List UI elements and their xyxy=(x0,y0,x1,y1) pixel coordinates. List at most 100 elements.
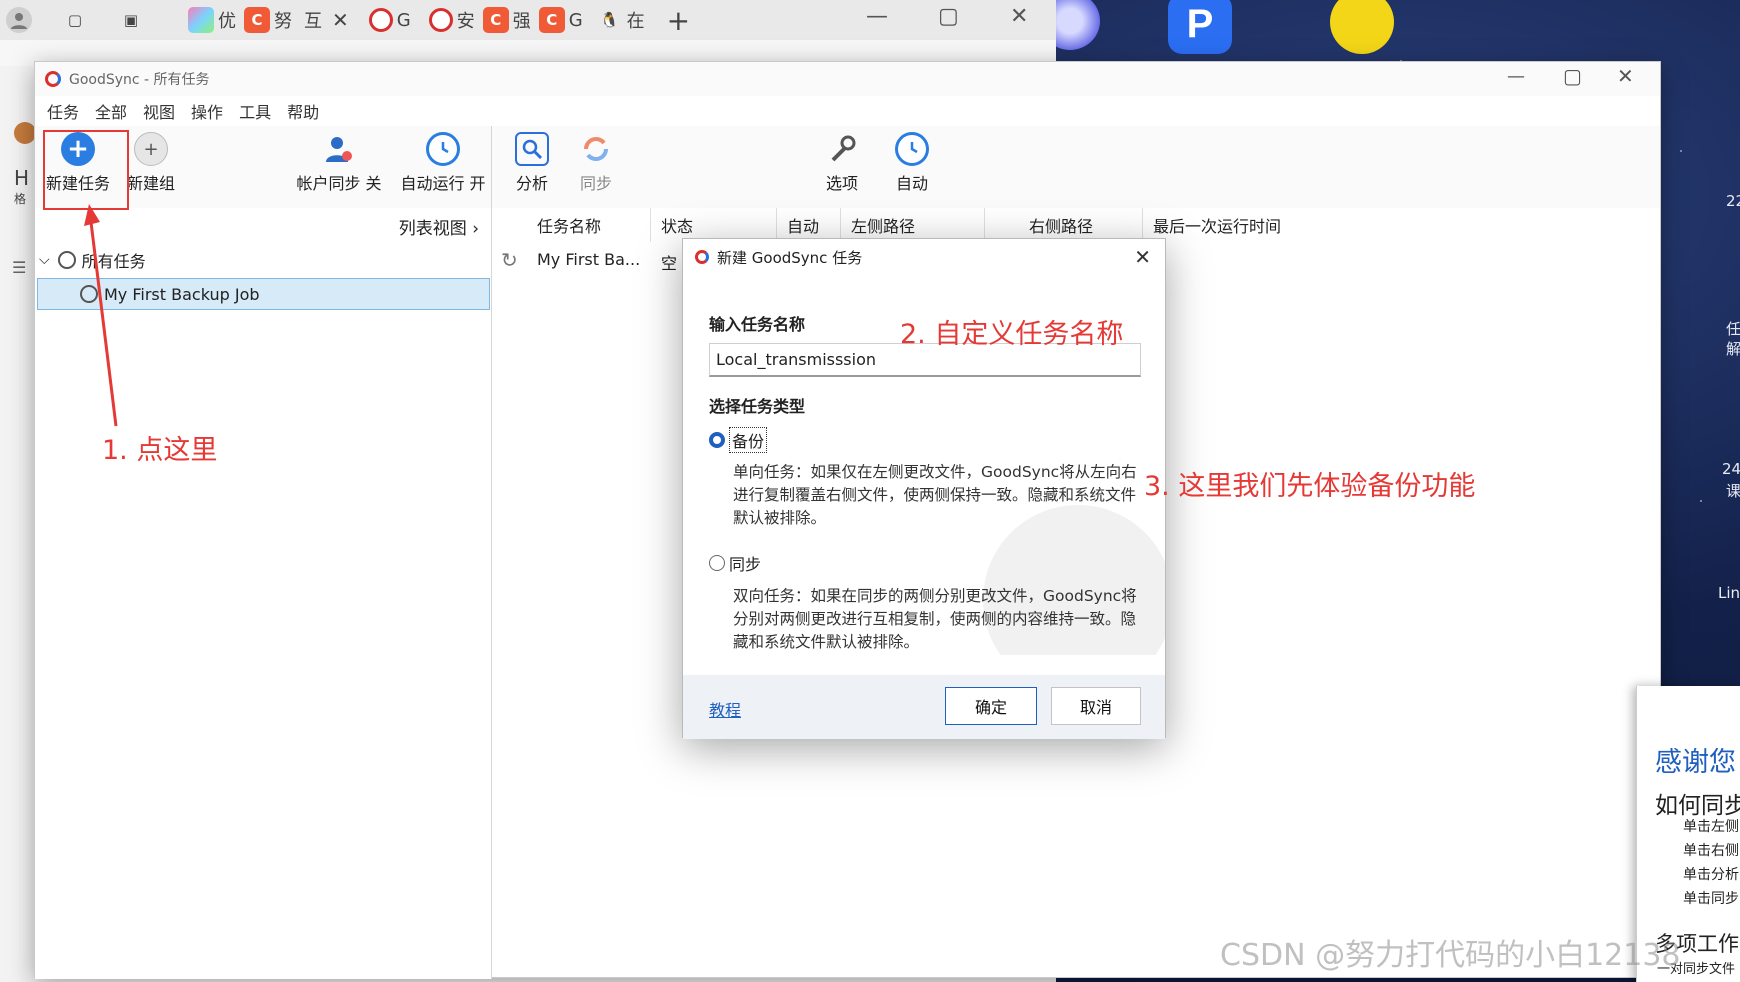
column-label: 任务名称 xyxy=(537,217,602,236)
analyze-button[interactable]: 分析 xyxy=(507,132,557,194)
backup-label: 备份 xyxy=(729,427,768,453)
account-sync-button[interactable]: 帐户同步 关 xyxy=(291,132,387,194)
c-icon[interactable]: C xyxy=(482,7,509,33)
group-add-icon: + xyxy=(134,132,168,166)
close-tab-icon[interactable]: ✕ xyxy=(332,8,349,32)
thanks-item: 单击右侧 xyxy=(1683,843,1739,859)
new-group-button[interactable]: + 新建组 xyxy=(121,132,181,194)
dialog-title: 新建 GoodSync 任务 xyxy=(717,248,863,267)
browser-tab-label[interactable]: G xyxy=(569,10,583,31)
column-header-auto[interactable]: 自动 xyxy=(777,208,841,242)
new-tab-icon[interactable]: + xyxy=(667,4,690,37)
options-button[interactable]: 选项 xyxy=(817,132,867,194)
analyze-label: 分析 xyxy=(515,174,548,193)
sync-radio[interactable]: 同步 xyxy=(709,551,761,575)
browser-tab-label[interactable]: 努 xyxy=(274,7,292,33)
column-header-name[interactable]: 任务名称 xyxy=(527,208,651,242)
sync-label: 同步 xyxy=(579,174,612,193)
c-icon[interactable]: C xyxy=(244,7,270,33)
browser-tab-label[interactable]: 优 xyxy=(218,7,236,33)
dialog-title-bar: 新建 GoodSync 任务 ✕ xyxy=(683,239,1165,275)
browser-tab-label[interactable]: 安 xyxy=(457,7,475,33)
backup-description: 单向任务：如果仅在左侧更改文件，GoodSync将从左向右进行复制覆盖右侧文件，… xyxy=(733,463,1137,527)
goodsync-logo-icon xyxy=(45,71,61,87)
highlight-box xyxy=(43,130,129,210)
minimize-icon[interactable]: — xyxy=(1507,66,1525,87)
desktop-side-text: Lin xyxy=(1718,584,1740,602)
list-view-label: 列表视图 xyxy=(398,219,467,239)
rail-letter: H xyxy=(14,166,30,190)
menu-item-jobs[interactable]: 任务 xyxy=(47,99,79,123)
browser-close-icon[interactable]: ✕ xyxy=(1010,4,1028,29)
menu-item-all[interactable]: 全部 xyxy=(95,99,127,123)
goodsync-logo-icon xyxy=(695,250,709,264)
column-label: 左侧路径 xyxy=(851,217,916,236)
goodsync-icon[interactable] xyxy=(368,8,393,32)
menu-item-view[interactable]: 视图 xyxy=(143,99,175,123)
sync-label: 同步 xyxy=(729,555,762,574)
thanks-subtitle: 如何同步 xyxy=(1655,793,1740,819)
job-type-label: 选择任务类型 xyxy=(709,397,806,416)
column-header-status[interactable]: 状态 xyxy=(651,208,777,242)
desktop-side-text: 解 xyxy=(1726,340,1740,358)
auto-run-label: 自动运行 开 xyxy=(400,174,486,193)
browser-tab-label[interactable]: 互 xyxy=(304,7,322,33)
penguin-icon[interactable]: 🐧 xyxy=(597,7,623,33)
rail-list-icon[interactable]: ☰ xyxy=(12,258,26,277)
ok-button[interactable]: 确定 xyxy=(945,687,1037,725)
job-name-label: 输入任务名称 xyxy=(709,315,806,334)
annotation-step2: 2. 自定义任务名称 xyxy=(900,319,1124,350)
menu-item-help[interactable]: 帮助 xyxy=(287,99,319,123)
collapse-chevron-icon[interactable]: ⌵ xyxy=(39,252,50,268)
puzzle-icon[interactable] xyxy=(188,7,214,33)
tutorial-link[interactable]: 教程 xyxy=(709,697,741,721)
column-header-last-run[interactable]: 最后一次运行时间 xyxy=(1143,208,1383,242)
column-label: 自动 xyxy=(787,217,820,236)
sync-description: 双向任务：如果在同步的两侧分别更改文件，GoodSync将分别对两侧更改进行互相… xyxy=(733,587,1137,651)
chevron-right-icon: › xyxy=(472,219,479,239)
menu-item-actions[interactable]: 操作 xyxy=(191,99,223,123)
goodsync-icon[interactable] xyxy=(428,8,453,32)
pane-divider[interactable] xyxy=(491,126,492,979)
desktop-side-text: 课 xyxy=(1726,482,1740,500)
menu-item-tools[interactable]: 工具 xyxy=(239,99,271,123)
profile-icon[interactable] xyxy=(6,7,32,33)
sidebar-icon[interactable]: ▣ xyxy=(118,7,144,33)
row-job-name[interactable]: My First Ba... xyxy=(537,250,640,269)
thanks-item: 单击左侧 xyxy=(1683,819,1739,835)
rail-avatar-icon[interactable] xyxy=(14,122,36,144)
auto-button[interactable]: 自动 xyxy=(887,132,937,194)
wrench-icon xyxy=(825,132,859,166)
menu-bar: 任务 全部 视图 操作 工具 帮助 xyxy=(35,96,323,126)
browser-minimize-icon[interactable]: — xyxy=(866,4,888,29)
column-header-left-path[interactable]: 左侧路径 xyxy=(841,208,985,242)
sync-button[interactable]: 同步 xyxy=(571,132,621,194)
account-user-icon xyxy=(322,132,356,166)
list-view-toggle[interactable]: 列表视图 › xyxy=(399,214,479,239)
browser-tab-label[interactable]: 在 xyxy=(627,7,645,33)
goodsync-title-bar: GoodSync - 所有任务 — ▢ ✕ xyxy=(35,62,1660,96)
cancel-button[interactable]: 取消 xyxy=(1051,687,1141,725)
browser-maximize-icon[interactable]: ▢ xyxy=(938,4,959,29)
column-header-right-path[interactable]: 右侧路径 xyxy=(1019,208,1143,242)
maximize-icon[interactable]: ▢ xyxy=(1563,64,1582,88)
status-circle-icon xyxy=(57,251,76,269)
browser-tab-label[interactable]: 强 xyxy=(513,7,531,33)
backup-radio[interactable]: 备份 xyxy=(709,427,768,453)
dialog-close-icon[interactable]: ✕ xyxy=(1134,245,1151,269)
annotation-step3: 3. 这里我们先体验备份功能 xyxy=(1144,471,1476,502)
collections-icon[interactable]: ▢ xyxy=(62,7,88,33)
thanks-item: 单击同步 xyxy=(1683,891,1739,907)
row-job-status: 空 xyxy=(661,254,678,273)
browser-tab-bar: ▢ ▣ 优 C 努 互 ✕ G 安 C 强 C G 🐧 在 + — ▢ ✕ xyxy=(0,0,1056,40)
p-app-icon[interactable]: P xyxy=(1168,0,1232,54)
close-icon[interactable]: ✕ xyxy=(1617,64,1634,88)
c-icon[interactable]: C xyxy=(538,7,565,33)
csdn-watermark: CSDN @努力打代码的小白12138 xyxy=(1220,938,1681,973)
analyze-icon xyxy=(515,132,549,166)
annotation-step1: 1. 点这里 xyxy=(102,435,218,466)
toolbar: + 新建任务 + 新建组 帐户同步 关 自动运行 开 分析 同步 选项 自动 xyxy=(35,126,1660,208)
music-app-icon[interactable] xyxy=(1330,0,1394,54)
auto-run-button[interactable]: 自动运行 开 xyxy=(395,132,491,194)
browser-tab-label[interactable]: G xyxy=(397,10,411,31)
